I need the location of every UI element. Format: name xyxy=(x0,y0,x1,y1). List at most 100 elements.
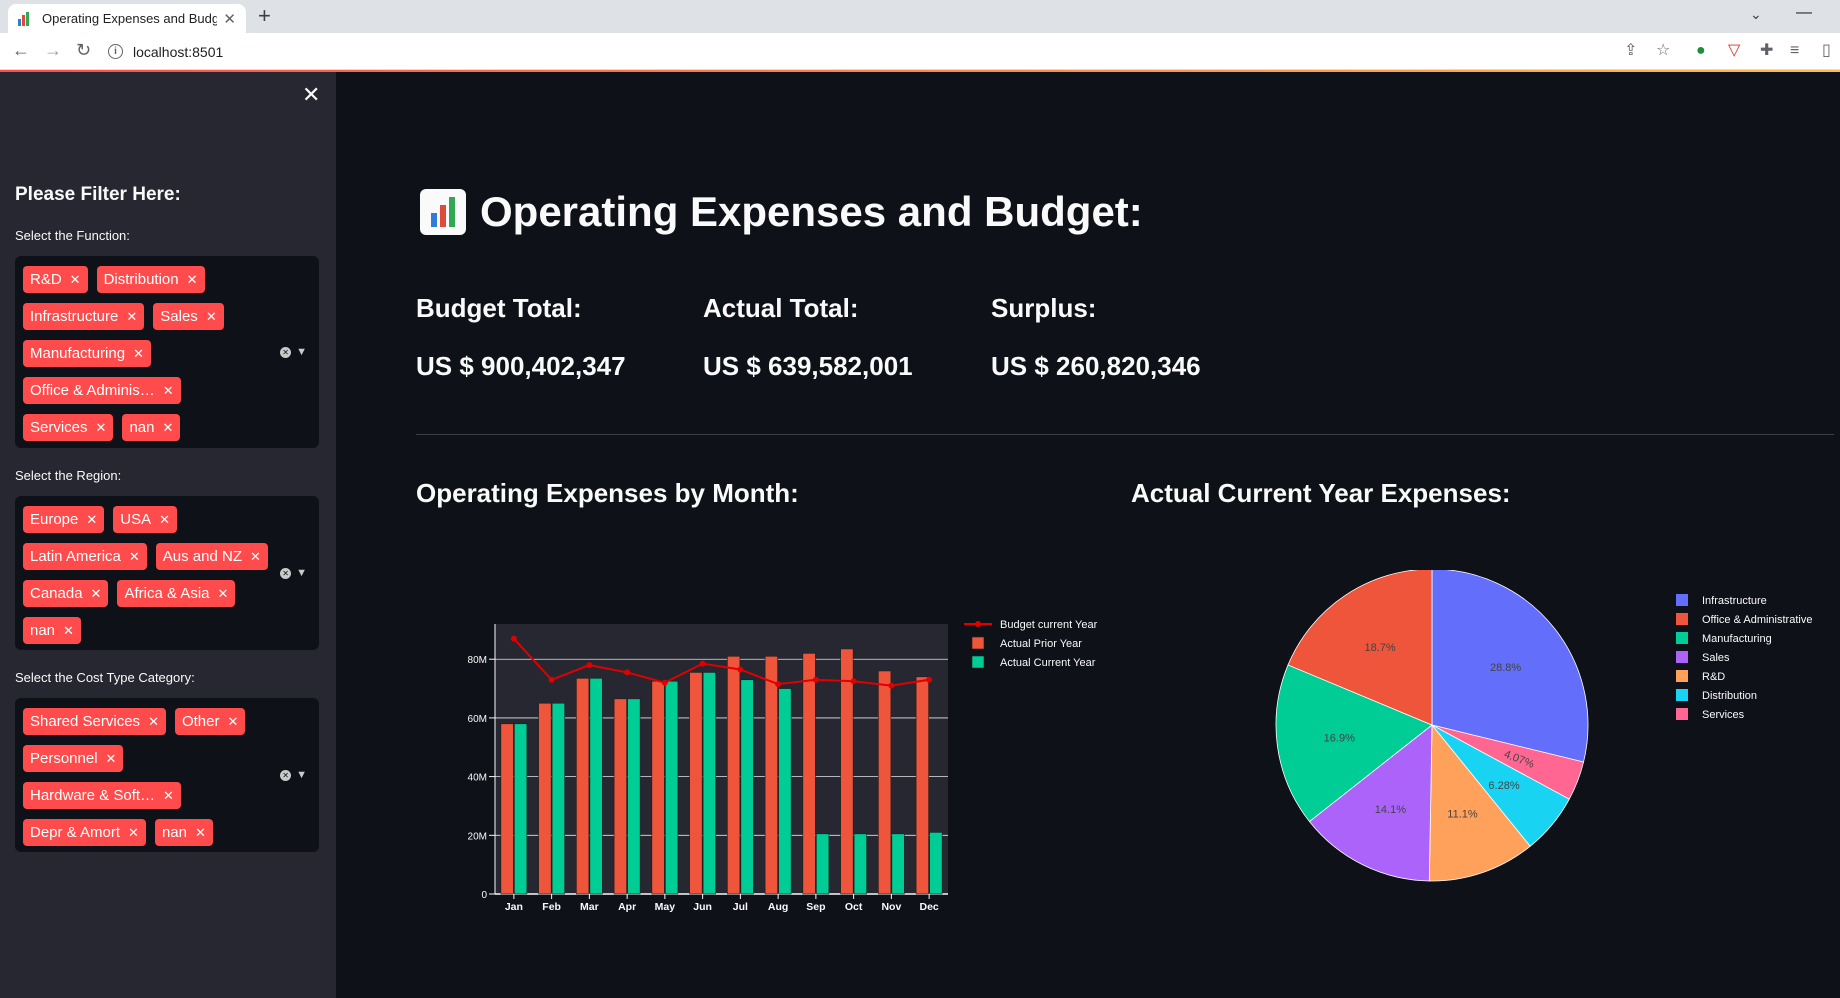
share-icon[interactable]: ⇪ xyxy=(1624,42,1637,60)
x-tick-label: Mar xyxy=(580,901,599,913)
remove-chip-icon[interactable]: ✕ xyxy=(148,714,159,730)
clear-all-icon[interactable]: ✕ xyxy=(280,567,292,579)
budget-point xyxy=(586,662,593,669)
region-chip[interactable]: USA ✕ xyxy=(113,506,178,533)
remove-chip-icon[interactable]: ✕ xyxy=(129,549,140,565)
remove-chip-icon[interactable]: ✕ xyxy=(218,586,229,602)
clear-all-icon[interactable]: ✕ xyxy=(280,769,292,781)
remove-chip-icon[interactable]: ✕ xyxy=(162,420,173,436)
function-chip[interactable]: Distribution ✕ xyxy=(96,266,205,293)
close-sidebar-icon[interactable]: ✕ xyxy=(302,84,320,106)
remove-chip-icon[interactable]: ✕ xyxy=(70,272,81,288)
remove-chip-icon[interactable]: ✕ xyxy=(187,272,198,288)
chip-label: nan xyxy=(161,824,187,841)
cost-type-multiselect[interactable]: Shared Services ✕ Other ✕ Personnel ✕ Hardw… xyxy=(15,698,319,852)
current-year-bar xyxy=(929,832,943,895)
function-chip[interactable]: Office & Adminis… ✕ xyxy=(23,377,181,404)
clear-all-icon[interactable]: ✕ xyxy=(280,346,292,358)
region-chip[interactable]: nan ✕ xyxy=(23,617,81,644)
tab-close-icon[interactable]: ✕ xyxy=(223,10,236,28)
pie-slice-label: 6.28% xyxy=(1488,780,1519,792)
current-year-bar xyxy=(778,688,792,895)
region-chip[interactable]: Latin America ✕ xyxy=(23,543,147,570)
function-chip[interactable]: Manufacturing ✕ xyxy=(23,340,151,367)
remove-chip-icon[interactable]: ✕ xyxy=(159,512,170,528)
legend-label: Distribution xyxy=(1702,690,1757,702)
remove-chip-icon[interactable]: ✕ xyxy=(195,825,206,841)
remove-chip-icon[interactable]: ✕ xyxy=(128,825,139,841)
reload-icon[interactable]: ↻ xyxy=(76,40,91,60)
region-chip[interactable]: Europe ✕ xyxy=(23,506,105,533)
site-info-icon[interactable]: i xyxy=(108,44,123,59)
sidebar-heading: Please Filter Here: xyxy=(15,184,181,205)
minimize-window-icon[interactable]: — xyxy=(1796,4,1812,22)
remove-chip-icon[interactable]: ✕ xyxy=(96,420,107,436)
remove-chip-icon[interactable]: ✕ xyxy=(91,586,102,602)
remove-chip-icon[interactable]: ✕ xyxy=(250,549,261,565)
actual-total-label: Actual Total: xyxy=(703,293,859,323)
chip-label: Canada xyxy=(30,585,83,602)
cost-type-chip[interactable]: nan ✕ xyxy=(154,819,213,846)
remove-chip-icon[interactable]: ✕ xyxy=(86,512,97,528)
dropdown-caret-icon[interactable]: ▼ xyxy=(296,567,307,579)
cost-type-chip[interactable]: Hardware & Soft… ✕ xyxy=(23,782,181,809)
address-bar[interactable]: i localhost:8501 xyxy=(108,37,1688,66)
legend-point-swatch xyxy=(975,621,981,627)
chip-label: Aus and NZ xyxy=(162,548,243,565)
function-multiselect[interactable]: R&D ✕ Distribution ✕ Infrastructure ✕ Sales… xyxy=(15,256,319,448)
dropdown-caret-icon[interactable]: ▼ xyxy=(296,346,307,358)
function-chip[interactable]: Sales ✕ xyxy=(153,303,224,330)
function-chip[interactable]: nan ✕ xyxy=(122,414,181,441)
remove-chip-icon[interactable]: ✕ xyxy=(227,714,238,730)
dropdown-caret-icon[interactable]: ▼ xyxy=(296,769,307,781)
function-chip[interactable]: R&D ✕ xyxy=(23,266,88,293)
legend-label: Actual Prior Year xyxy=(1000,638,1082,650)
forward-arrow-icon[interactable]: → xyxy=(44,40,62,60)
region-filter-label: Select the Region: xyxy=(15,468,122,483)
legend-swatch xyxy=(1676,594,1688,606)
chip-label: Africa & Asia xyxy=(124,585,210,602)
chip-label: Other xyxy=(181,713,220,730)
chip-label: Depr & Amort xyxy=(30,824,121,841)
cost-type-chip[interactable]: Depr & Amort ✕ xyxy=(23,819,146,846)
pie-chart-heading: Actual Current Year Expenses: xyxy=(1131,478,1511,508)
multiselect-controls: ✕ ▼ xyxy=(280,567,307,579)
legend-label: Infrastructure xyxy=(1702,595,1767,607)
operating-expenses-by-month-chart[interactable]: 0 20M 40M 60M 80M Jan Feb Mar Apr May Jun Jul Aug Sep… xyxy=(450,610,1130,920)
extensions-puzzle-icon[interactable]: ✚ xyxy=(1760,42,1773,60)
actual-current-year-expenses-pie[interactable]: 28.8%4.07%6.28%11.1%14.1%16.9%18.7%Infra… xyxy=(1240,570,1840,910)
x-tick-label: Nov xyxy=(881,901,901,913)
tab-search-chevron-icon[interactable]: ⌄ xyxy=(1750,6,1762,23)
extension-profile-icon[interactable]: ● xyxy=(1696,42,1706,60)
reading-list-icon[interactable]: ≡ xyxy=(1790,42,1799,60)
remove-chip-icon[interactable]: ✕ xyxy=(126,309,137,325)
cost-type-chip[interactable]: Other ✕ xyxy=(174,708,246,735)
y-tick-label: 0 xyxy=(481,890,487,901)
region-multiselect[interactable]: Europe ✕ USA ✕ Latin America ✕ Aus and NZ ✕ … xyxy=(15,496,319,650)
browser-tab[interactable]: Operating Expenses and Budget ✕ xyxy=(8,4,246,33)
remove-chip-icon[interactable]: ✕ xyxy=(106,751,117,767)
extension-shield-icon[interactable]: ▽ xyxy=(1728,42,1740,60)
bar-chart-emoji-icon xyxy=(420,189,466,235)
region-chip[interactable]: Canada ✕ xyxy=(23,580,109,607)
remove-chip-icon[interactable]: ✕ xyxy=(206,309,217,325)
legend-swatch xyxy=(1676,689,1688,701)
multiselect-controls: ✕ ▼ xyxy=(280,346,307,358)
region-chip[interactable]: Africa & Asia ✕ xyxy=(117,580,236,607)
cost-type-chip[interactable]: Shared Services ✕ xyxy=(23,708,166,735)
back-arrow-icon[interactable]: ← xyxy=(12,40,30,60)
current-year-bar xyxy=(665,680,679,895)
side-panel-icon[interactable]: ▯ xyxy=(1822,42,1831,60)
remove-chip-icon[interactable]: ✕ xyxy=(163,383,174,399)
cost-type-chip[interactable]: Personnel ✕ xyxy=(23,745,124,772)
bookmark-star-icon[interactable]: ☆ xyxy=(1656,42,1670,60)
x-tick-label: Jun xyxy=(693,901,712,913)
prior-year-bar xyxy=(840,648,854,895)
remove-chip-icon[interactable]: ✕ xyxy=(133,346,144,362)
region-chip[interactable]: Aus and NZ ✕ xyxy=(155,543,268,570)
remove-chip-icon[interactable]: ✕ xyxy=(63,623,74,639)
function-chip[interactable]: Infrastructure ✕ xyxy=(23,303,145,330)
remove-chip-icon[interactable]: ✕ xyxy=(163,788,174,804)
function-chip[interactable]: Services ✕ xyxy=(23,414,114,441)
new-tab-icon[interactable]: + xyxy=(258,4,271,28)
